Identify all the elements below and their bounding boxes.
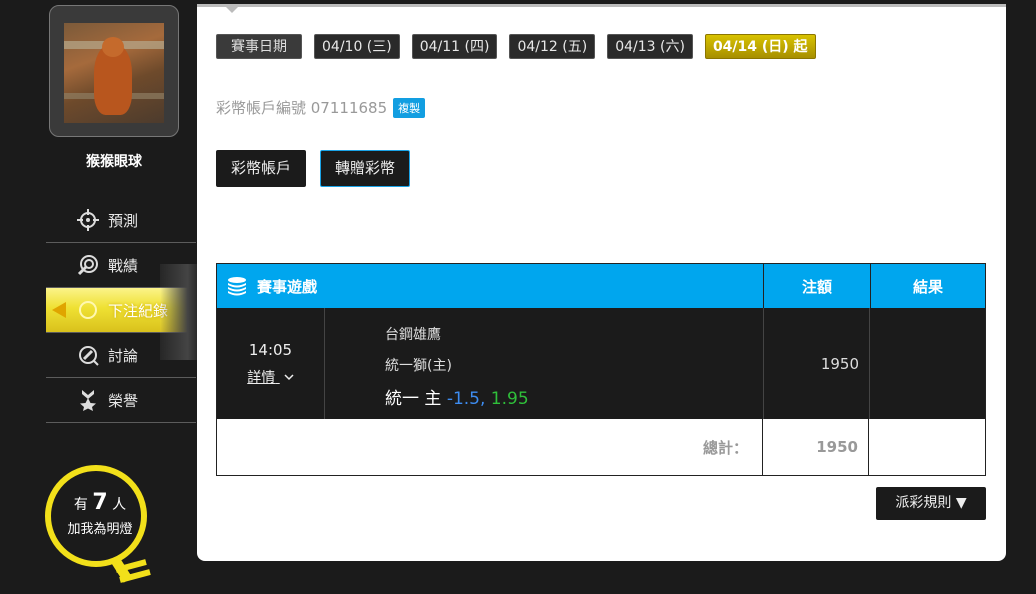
- sidebar-item-label: 榮譽: [108, 391, 139, 410]
- username: 猴猴眼球: [86, 154, 142, 170]
- sidebar-item-label: 討論: [108, 346, 139, 365]
- table-row: 14:05 詳情 台鋼雄鷹 統一獅(主) 統一 主 -1.5, 1.95 195…: [217, 308, 985, 419]
- header-result: 結果: [912, 277, 943, 296]
- fans-caption: 加我為明燈: [67, 522, 133, 537]
- medal-icon: [76, 388, 100, 412]
- pick-odds: 1.95: [490, 389, 529, 409]
- table-total-row: 總計： 1950: [217, 419, 985, 475]
- avatar-photo: [64, 23, 164, 123]
- sidebar-item-label: 下注紀錄: [108, 301, 169, 320]
- date-label: 賽事日期: [216, 34, 302, 59]
- total-amount: 1950: [816, 438, 858, 456]
- avatar[interactable]: [49, 5, 179, 137]
- sidebar-item-label: 戰績: [108, 256, 139, 275]
- chat-pen-icon: [76, 343, 100, 367]
- away-team: 台鋼雄鷹: [385, 327, 441, 343]
- pick-line: -1.5,: [446, 389, 486, 409]
- main-panel: 賽事日期 04/10 (三) 04/11 (四) 04/12 (五) 04/13…: [197, 4, 1006, 561]
- header-game: 賽事遊戲: [257, 277, 318, 296]
- sidebar-item-prediction[interactable]: 預測: [46, 198, 196, 243]
- bet-table: 賽事遊戲 注額 結果 14:05 詳情 台鋼雄鷹 統一獅(主) 統一 主 -1.…: [216, 263, 986, 476]
- total-label: 總計：: [702, 438, 748, 457]
- bet-pick: 統一 主 -1.5, 1.95: [385, 384, 529, 409]
- account-number: 彩幣帳戶編號 07111685: [216, 99, 388, 117]
- fans-prefix: 有: [73, 497, 88, 513]
- fans-count: 7: [92, 490, 108, 515]
- account-number-row: 彩幣帳戶編號 07111685 複製: [216, 97, 426, 118]
- crosshair-icon: [76, 208, 100, 232]
- sidebar-item-label: 預測: [108, 211, 139, 230]
- target-hand-icon: [76, 253, 100, 277]
- copy-button[interactable]: 複製: [393, 97, 426, 118]
- record-icon: [76, 298, 100, 322]
- date-chip[interactable]: 04/13 (六): [607, 34, 693, 59]
- coin-stack-icon: [228, 277, 246, 296]
- date-chip[interactable]: 04/10 (三): [314, 34, 400, 59]
- bet-amount: 1950: [820, 354, 859, 373]
- bet-result: [870, 308, 985, 419]
- table-header: 賽事遊戲 注額 結果: [217, 264, 985, 308]
- date-chip[interactable]: 04/12 (五): [509, 34, 596, 59]
- transfer-coin-button[interactable]: 轉贈彩幣: [320, 150, 411, 187]
- coin-account-button[interactable]: 彩幣帳戶: [216, 150, 307, 187]
- header-amount: 注額: [801, 277, 832, 296]
- home-team: 統一獅(主): [385, 358, 452, 374]
- account-buttons: 彩幣帳戶 轉贈彩幣: [216, 150, 411, 187]
- fans-lightbulb[interactable]: 有 7 人 加我為明燈: [44, 462, 156, 590]
- date-chip-selected[interactable]: 04/14 (日) 起: [704, 34, 816, 59]
- detail-label: 詳情: [247, 369, 276, 386]
- game-time: 14:05: [248, 340, 293, 359]
- fans-suffix: 人: [112, 497, 127, 513]
- detail-link[interactable]: 詳情: [247, 367, 294, 387]
- payout-rules-button[interactable]: 派彩規則 ▼: [876, 487, 986, 520]
- chevron-down-icon: [284, 373, 294, 380]
- date-selector: 賽事日期 04/10 (三) 04/11 (四) 04/12 (五) 04/13…: [216, 34, 816, 59]
- pick-team: 統一 主: [385, 389, 442, 409]
- sidebar-item-honor[interactable]: 榮譽: [46, 378, 196, 423]
- date-chip[interactable]: 04/11 (四): [411, 34, 498, 59]
